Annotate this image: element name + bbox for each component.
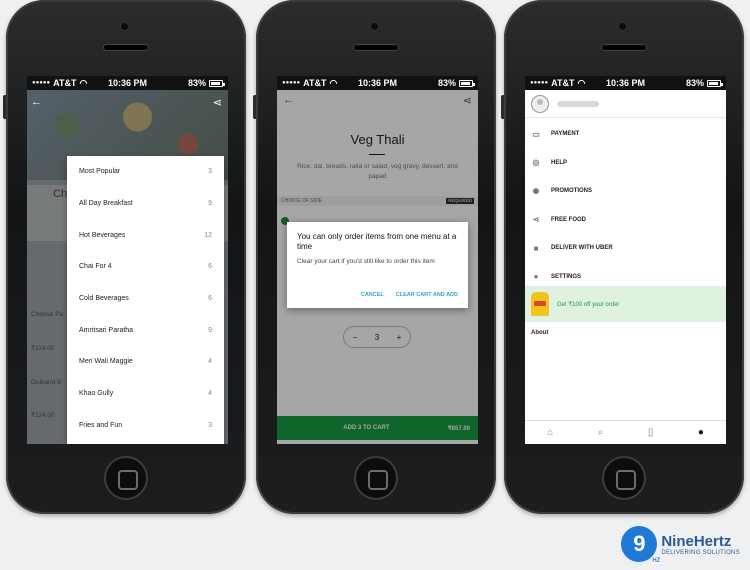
blurred-username [557,100,599,107]
category-item[interactable]: Cold Beverages 6 [67,283,224,315]
one-menu-dialog: You can only order items from one menu a… [287,222,468,308]
share-icon: ⋖ [532,215,540,225]
burger-bag-icon [531,292,549,316]
status-bar: ●●●●● AT&T ◠ 10:36 PM 83% [27,76,228,90]
battery-icon [459,79,475,87]
category-item[interactable]: Amritsari Paratha 9 [67,314,224,346]
avatar [531,94,549,113]
battery-icon [707,79,723,87]
screen-account-menu: ●●●●● AT&T ◠ 10:36 PM 83% ▭ PAYMENT ◎ HELP ✺… [525,76,726,444]
dialog-title: You can only order items from one menu a… [297,232,457,251]
menu-item-promotions[interactable]: ✺ PROMOTIONS [525,177,726,206]
payment-icon: ▭ [532,129,540,139]
back-arrow-icon[interactable]: ← [31,96,42,108]
speaker [353,44,399,51]
account-menu: ▭ PAYMENT ◎ HELP ✺ PROMOTIONS ⋖ FREE FOOD ■ D… [525,120,726,291]
home-button[interactable] [104,456,148,500]
home-button[interactable] [354,456,398,500]
phone-frame-1: ●●●●● AT&T ◠ 10:36 PM 83% Cheese Pa ₹114.0… [3,0,246,514]
help-icon: ◎ [532,158,540,168]
promo-banner[interactable]: Get ₹100 off your order [525,286,726,322]
phone-frame-3: ●●●●● AT&T ◠ 10:36 PM 83% ▭ PAYMENT ◎ HELP ✺… [501,0,744,514]
bag-icon: ■ [533,243,539,253]
screen-menu-categories: ●●●●● AT&T ◠ 10:36 PM 83% Cheese Pa ₹114.0… [27,76,228,444]
camera [618,22,627,31]
category-item[interactable]: All Day Breakfast 9 [67,188,224,220]
ninehertz-logo: 9 HZ NineHertz DELIVERING SOLUTIONS [621,526,740,564]
category-menu: Most Popular 3 All Day Breakfast 9 Hot Bev… [67,156,224,444]
category-item[interactable]: Most Popular 3 [67,156,224,188]
about-link[interactable]: About [531,330,548,336]
status-bar: ●●●●● AT&T ◠ 10:36 PM 83% [525,76,726,90]
category-item[interactable]: Fries and Fun 3 [67,410,224,442]
logo-mark: 9 HZ [621,526,662,564]
share-icon[interactable]: ⋖ [213,96,222,109]
promotions-icon: ✺ [532,186,540,196]
menu-item-deliver-with-uber[interactable]: ■ DELIVER WITH UBER [525,234,726,263]
dialog-body: Clear your cart if you'd still like to o… [297,258,435,265]
bottom-tab-bar: ⌂ ⌕ ▯ ● [525,420,726,444]
store-icon[interactable]: ⌂ [540,427,560,438]
orders-icon[interactable]: ▯ [641,427,661,438]
battery-icon [209,79,225,87]
menu-item-help[interactable]: ◎ HELP [525,149,726,178]
camera [370,22,379,31]
category-item[interactable]: Khao Gully 4 [67,378,224,410]
menu-item-free-food[interactable]: ⋖ FREE FOOD [525,206,726,235]
logo-text: NineHertz DELIVERING SOLUTIONS [661,532,740,556]
camera [120,22,129,31]
account-icon[interactable]: ● [691,427,711,438]
person-icon: ● [533,272,539,282]
category-item[interactable]: Meri Wali Maggie 4 [67,346,224,378]
search-icon[interactable]: ⌕ [590,427,610,438]
status-bar: ●●●●● AT&T ◠ 10:36 PM 83% [277,76,478,90]
cancel-button[interactable]: CANCEL [361,292,384,298]
profile-header[interactable] [525,90,726,118]
speaker [601,44,647,51]
home-button[interactable] [602,456,646,500]
category-item[interactable]: Chai For 46 [67,251,224,283]
clear-cart-and-add-button[interactable]: CLEAR CART AND ADD [396,292,458,298]
phone-frame-2: ●●●●● AT&T ◠ 10:36 PM 83% ← ⋖ Veg Thali Ri… [253,0,496,514]
dialog-actions: CANCEL CLEAR CART AND ADD [361,292,458,298]
speaker [103,44,149,51]
menu-item-payment[interactable]: ▭ PAYMENT [525,120,726,149]
category-item[interactable]: Hot Beverages 12 [67,219,224,251]
screen-item-detail: ●●●●● AT&T ◠ 10:36 PM 83% ← ⋖ Veg Thali Ri… [277,76,478,444]
